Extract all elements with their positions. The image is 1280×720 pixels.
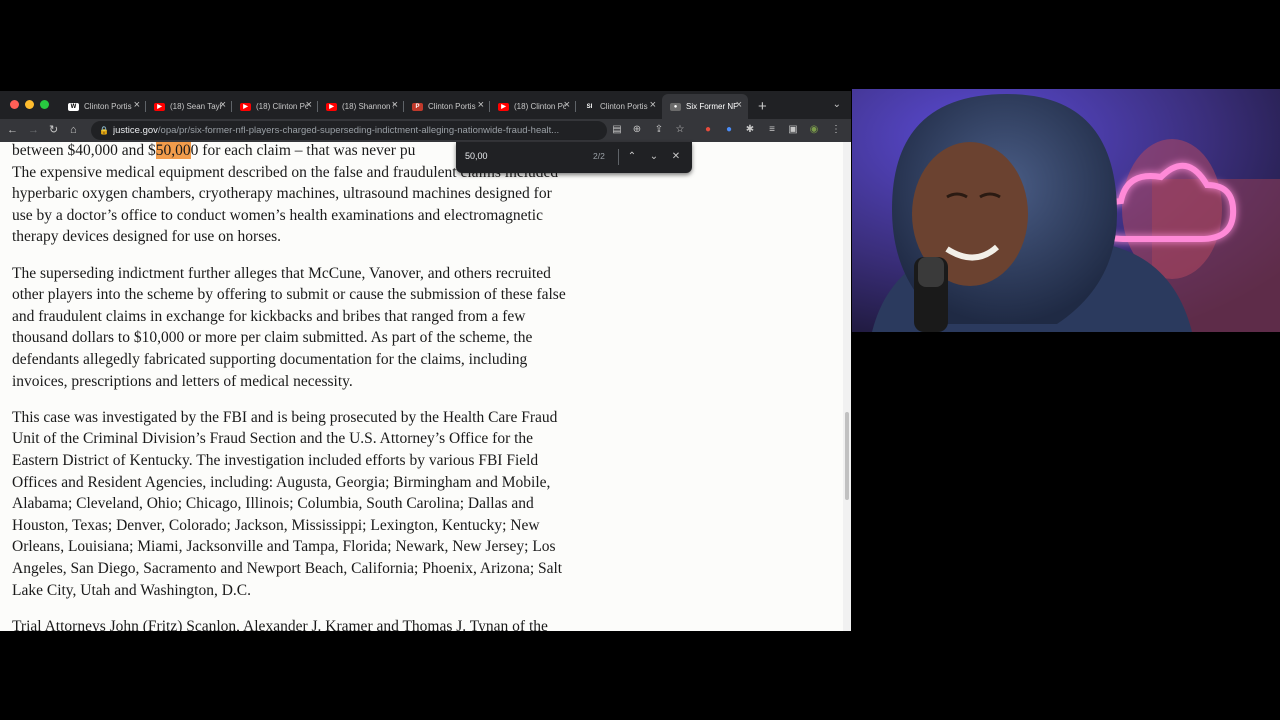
reload-icon[interactable]: ↻ (49, 122, 58, 138)
youtube-icon: ▶ (154, 102, 165, 111)
tab-strip: WClinton Portis×▶(18) Sean Taylor×▶(18) … (0, 91, 851, 119)
share-icon[interactable]: ⇪ (652, 123, 666, 137)
url-text: justice.gov/opa/pr/six-former-nfl-player… (113, 121, 601, 140)
page-icon[interactable]: ▤ (610, 123, 624, 137)
article-line: Eastern District of Kentucky. The invest… (12, 452, 539, 469)
article-line: Unit of the Criminal Division’s Fraud Se… (12, 430, 534, 448)
tab-2[interactable]: ▶ (18) Clinton Portis× (232, 94, 318, 119)
find-close-icon[interactable]: ✕ (669, 149, 683, 165)
article-line: therapy devices designed for use on hors… (12, 228, 282, 246)
page-content: between $40,000 and $50,000 for each cla… (0, 142, 851, 631)
reading-list-icon[interactable]: ≡ (765, 123, 779, 137)
si-icon: SI (584, 102, 595, 111)
article-line: invoices, prescriptions and letters of m… (12, 372, 353, 390)
forward-icon[interactable]: → (28, 122, 39, 138)
browser-window: WClinton Portis×▶(18) Sean Taylor×▶(18) … (0, 91, 851, 631)
close-window-button[interactable] (10, 100, 19, 109)
tab-title: Clinton Portis (428, 102, 476, 111)
profile-avatar-icon[interactable]: ◉ (807, 123, 821, 137)
extension-blue-icon[interactable]: ● (722, 123, 736, 137)
home-icon[interactable]: ⌂ (70, 122, 77, 138)
url-path: /opa/pr/six-former-nfl-players-charged-s… (157, 125, 560, 136)
tab-close-icon[interactable]: × (478, 100, 484, 111)
youtube-icon: ▶ (326, 102, 337, 111)
tab-title: (18) Shannon Sharpe (342, 102, 394, 111)
new-tab-icon[interactable]: + (758, 94, 767, 119)
article-line: Angeles, San Diego, Sacramento and Newpo… (12, 560, 563, 577)
maximize-window-button[interactable] (40, 100, 49, 109)
tab-search-icon[interactable]: ⌄ (833, 99, 841, 110)
article-line: This case was investigated by the FBI an… (12, 408, 558, 426)
find-previous-icon[interactable]: ⌃ (625, 149, 639, 165)
tab-0[interactable]: W Clinton Portis × (60, 94, 146, 119)
article-line: Offices and Resident Agencies, including… (12, 473, 551, 491)
tab-7[interactable]: ● Six Former NFL × (662, 94, 748, 119)
article-line: Houston, Texas; Denver, Colorado; Jackso… (12, 516, 540, 534)
extensions-puzzle-icon[interactable]: ✱ (743, 123, 757, 137)
article-line: defendants allegedly fabricated supporti… (12, 351, 528, 368)
article-line: use by a doctor’s office to conduct wome… (12, 206, 543, 224)
back-icon[interactable]: ← (7, 122, 18, 138)
tab-close-icon[interactable]: × (134, 100, 140, 111)
url-domain: justice.gov (113, 125, 158, 136)
tab-title: (18) Clinton Portis (256, 102, 308, 111)
find-highlight: 50,00 (155, 142, 191, 159)
extension-red-icon[interactable]: ● (701, 123, 715, 137)
bookmark-star-icon[interactable]: ☆ (673, 123, 687, 137)
tab-close-icon[interactable]: × (220, 100, 226, 111)
tab-close-icon[interactable]: × (306, 100, 312, 111)
menu-kebab-icon[interactable]: ⋮ (829, 123, 843, 137)
doj-seal-icon: ● (670, 102, 681, 111)
tab-close-icon[interactable]: × (650, 100, 656, 111)
find-input[interactable]: 50,00 (465, 151, 488, 161)
tab-5[interactable]: ▶ (18) Clinton Portis× (490, 94, 576, 119)
streamer-webcam-image (852, 89, 1280, 332)
tab-3[interactable]: ▶ (18) Shannon Sharpe× (318, 94, 404, 119)
tab-4[interactable]: P Clinton Portis × (404, 94, 490, 119)
find-match-count: 2/2 (593, 151, 605, 161)
article-line: Lake City, Utah and Washington, D.C. (12, 581, 251, 599)
wikipedia-icon: W (68, 102, 79, 111)
tab-close-icon[interactable]: × (736, 100, 742, 111)
tab-close-icon[interactable]: × (564, 100, 570, 111)
article-line: hyperbaric oxygen chambers, cryotherapy … (12, 185, 552, 203)
find-bar: 50,00 2/2 ⌃ ⌄ ✕ (456, 142, 692, 173)
article-line: Alabama; Cleveland, Ohio; Chicago, Illin… (12, 495, 534, 513)
tab-title: (18) Sean Taylor (170, 102, 222, 111)
address-bar[interactable]: 🔒 justice.gov/opa/pr/six-former-nfl-play… (91, 121, 607, 140)
youtube-icon: ▶ (498, 102, 509, 111)
article-line: and fraudulent claims in exchange for ki… (12, 307, 526, 325)
tab-close-icon[interactable]: × (392, 100, 398, 111)
tab-6[interactable]: SI Clinton Portis × (576, 94, 662, 119)
find-next-icon[interactable]: ⌄ (647, 149, 661, 165)
article-line: Orleans, Louisiana; Miami, Jacksonville … (12, 538, 556, 556)
tab-title: Six Former NFL (686, 102, 738, 111)
tabs: WClinton Portis×▶(18) Sean Taylor×▶(18) … (60, 94, 767, 119)
article-line: Trial Attorneys John (Fritz) Scanlon, Al… (12, 617, 548, 631)
article-line: thousand dollars to $10,000 or more per … (12, 329, 533, 347)
scrollbar[interactable] (843, 142, 851, 631)
article-line: The superseding indictment further alleg… (12, 264, 551, 282)
browser-toolbar: ← → ↻ ⌂ 🔒 justice.gov/opa/pr/six-former-… (0, 119, 851, 142)
tab-title: Clinton Portis (84, 102, 132, 111)
webcam-overlay (852, 89, 1280, 332)
side-panel-icon[interactable]: ▣ (786, 123, 800, 137)
youtube-icon: ▶ (240, 102, 251, 111)
tab-title: Clinton Portis (600, 102, 648, 111)
tab-title: (18) Clinton Portis (514, 102, 566, 111)
find-divider (618, 149, 619, 165)
minimize-window-button[interactable] (25, 100, 34, 109)
lock-icon: 🔒 (99, 126, 109, 135)
window-controls (10, 100, 49, 109)
zoom-icon[interactable]: ⊕ (630, 123, 644, 137)
scrollbar-thumb[interactable] (845, 412, 849, 500)
news-icon: P (412, 102, 423, 111)
tab-1[interactable]: ▶ (18) Sean Taylor× (146, 94, 232, 119)
article-line: other players into the scheme by offerin… (12, 286, 566, 304)
